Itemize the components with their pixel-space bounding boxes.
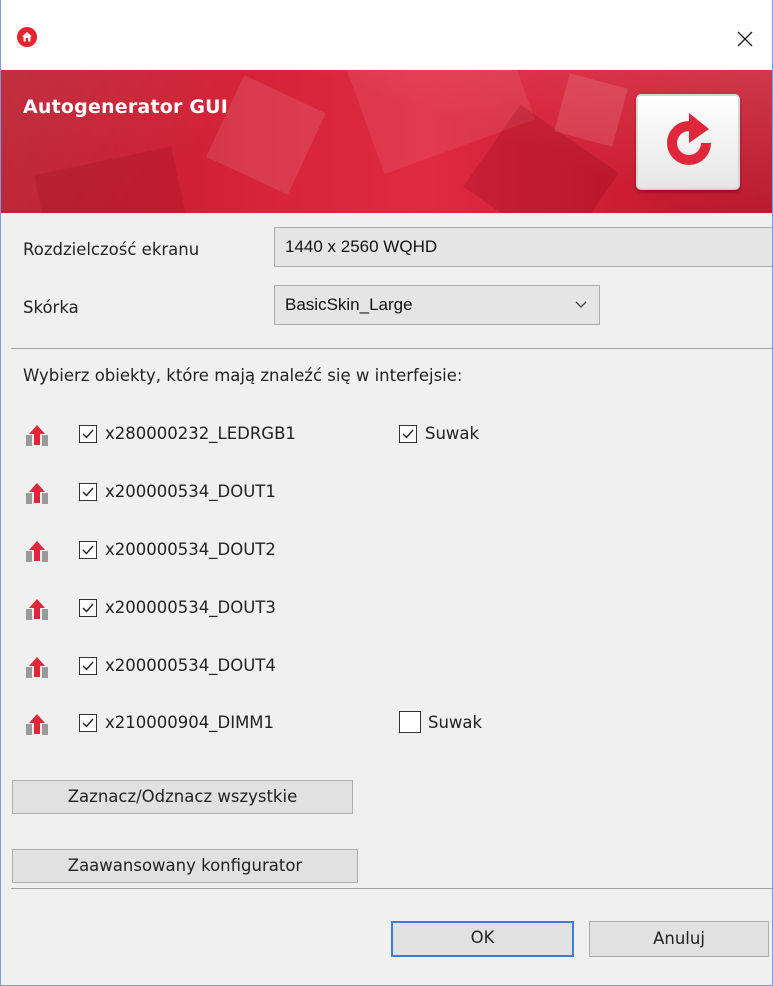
toggle-all-button[interactable]: Zaznacz/Odznacz wszystkie [12, 780, 353, 814]
advanced-configurator-button[interactable]: Zaawansowany konfigurator [12, 849, 358, 883]
object-name: x200000534_DOUT2 [105, 540, 276, 559]
banner-title: Autogenerator GUI [23, 96, 229, 118]
header-banner: Autogenerator GUI [1, 70, 772, 213]
cancel-button[interactable]: Anuluj [589, 921, 769, 957]
slider-checkbox[interactable] [399, 711, 421, 733]
autogenerator-dialog: Autogenerator GUI Rozdzielczość ekranu 1… [0, 0, 773, 986]
skin-label: Skórka [23, 298, 79, 317]
object-checkbox[interactable] [79, 483, 97, 501]
object-checkbox[interactable] [79, 599, 97, 617]
list-item: x200000534_DOUT4 [25, 653, 425, 679]
footer-divider [11, 888, 772, 889]
ok-button[interactable]: OK [391, 921, 574, 957]
resolution-value: 1440 x 2560 WQHD [285, 237, 438, 256]
close-icon [737, 31, 753, 47]
object-name: x200000534_DOUT4 [105, 656, 276, 675]
object-name: x210000904_DIMM1 [105, 713, 275, 732]
refresh-icon [667, 113, 711, 165]
upload-arrow-icon [26, 714, 48, 735]
refresh-button[interactable] [636, 94, 740, 190]
upload-arrow-icon [26, 483, 48, 504]
list-item: x200000534_DOUT2 [25, 537, 425, 563]
object-checkbox[interactable] [79, 714, 97, 732]
upload-arrow-icon [26, 657, 48, 678]
close-button[interactable] [725, 18, 765, 58]
list-item: x200000534_DOUT1 [25, 479, 425, 505]
object-checkbox[interactable] [79, 657, 97, 675]
object-name: x200000534_DOUT1 [105, 482, 276, 501]
objects-heading: Wybierz obiekty, które mają znaleźć się … [23, 366, 463, 385]
upload-arrow-icon [26, 599, 48, 620]
object-name: x280000232_LEDRGB1 [105, 424, 296, 443]
object-checkbox[interactable] [79, 425, 97, 443]
title-bar [1, 0, 772, 70]
upload-arrow-icon [26, 541, 48, 562]
object-checkbox[interactable] [79, 541, 97, 559]
list-item: x280000232_LEDRGB1 Suwak [25, 421, 725, 447]
resolution-label: Rozdzielczość ekranu [23, 240, 200, 259]
upload-arrow-icon [26, 425, 48, 446]
resolution-select[interactable]: 1440 x 2560 WQHD [274, 227, 772, 267]
slider-label: Suwak [428, 713, 483, 732]
slider-checkbox[interactable] [399, 425, 417, 443]
slider-label: Suwak [425, 424, 480, 443]
list-item: x210000904_DIMM1 Suwak [25, 710, 725, 736]
chevron-down-icon [575, 301, 587, 308]
app-home-icon [17, 27, 37, 47]
divider [11, 348, 772, 349]
skin-select[interactable]: BasicSkin_Large [274, 285, 600, 325]
object-name: x200000534_DOUT3 [105, 598, 276, 617]
skin-value: BasicSkin_Large [285, 295, 413, 314]
list-item: x200000534_DOUT3 [25, 595, 425, 621]
